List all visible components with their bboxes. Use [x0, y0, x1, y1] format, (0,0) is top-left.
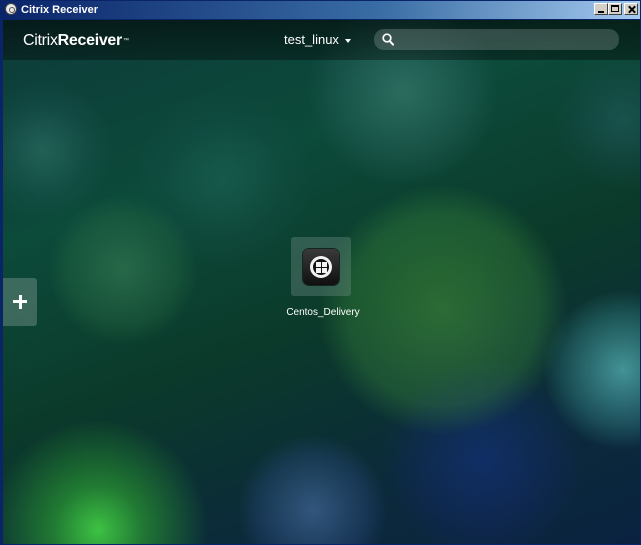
- title-bar[interactable]: Citrix Receiver: [1, 1, 640, 19]
- search-icon: [382, 33, 394, 46]
- app-tile-centos-delivery[interactable]: Centos_Delivery: [283, 235, 363, 325]
- chevron-down-icon: [344, 38, 351, 43]
- add-apps-button[interactable]: [3, 278, 37, 326]
- user-menu[interactable]: test_linux: [284, 32, 351, 48]
- receiver-header: CitrixReceiver™ test_linux: [3, 20, 640, 60]
- search-box[interactable]: [374, 29, 619, 50]
- app-window: Citrix Receiver CitrixReceiver™ test_lin…: [0, 0, 641, 545]
- citrix-receiver-logo: CitrixReceiver™: [23, 31, 129, 51]
- citrix-receiver-icon: [5, 3, 17, 15]
- logo-receiver-text: Receiver: [57, 32, 123, 49]
- user-name: test_linux: [284, 32, 339, 47]
- logo-citrix-text: Citrix: [23, 32, 58, 49]
- maximize-button[interactable]: [608, 3, 622, 15]
- minimize-button[interactable]: [594, 3, 608, 15]
- desktop-area: CitrixReceiver™ test_linux Centos_Delive…: [3, 20, 640, 544]
- search-input[interactable]: [400, 31, 614, 50]
- window-title: Citrix Receiver: [21, 4, 99, 16]
- logo-trademark: ™: [122, 38, 129, 44]
- app-label: Centos_Delivery: [286, 307, 360, 318]
- close-button[interactable]: [624, 3, 638, 15]
- windows-app-icon: [303, 249, 339, 285]
